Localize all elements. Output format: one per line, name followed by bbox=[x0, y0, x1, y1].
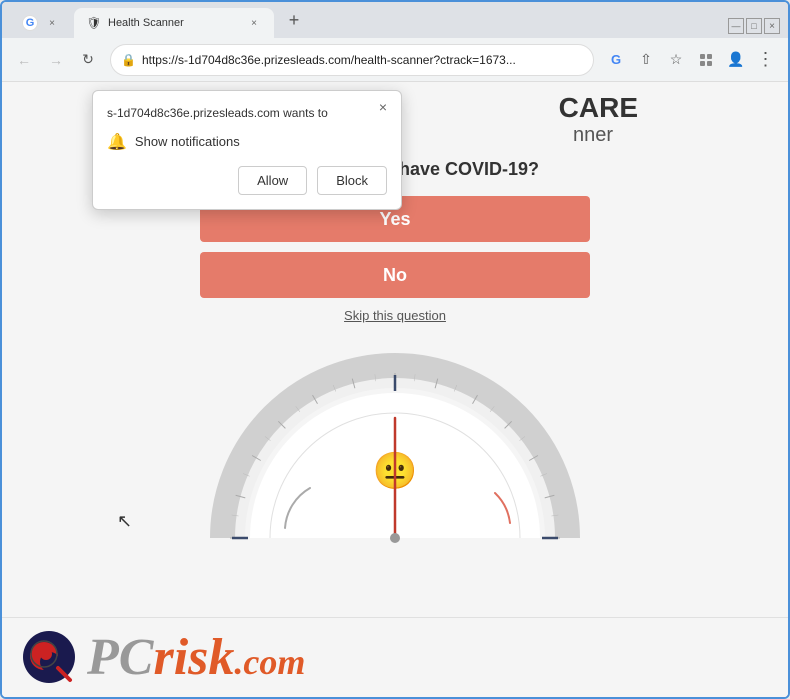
tab-google[interactable]: G × bbox=[10, 8, 72, 38]
logo-pc: PC bbox=[87, 628, 153, 687]
maximize-button[interactable]: □ bbox=[746, 18, 762, 34]
bell-icon: 🔔 bbox=[107, 132, 127, 152]
g-logo-icon: G bbox=[22, 15, 38, 31]
back-button[interactable]: ← bbox=[10, 46, 38, 74]
mouse-cursor: ↖ bbox=[117, 511, 132, 532]
logo-dotcom: .com bbox=[234, 641, 305, 683]
gauge-svg: 😐 bbox=[185, 343, 605, 543]
minimize-button[interactable]: — bbox=[728, 18, 744, 34]
profile-button[interactable]: 👤 bbox=[722, 46, 750, 74]
pcrisk-logo-icon bbox=[22, 630, 77, 685]
tab-site-title: Health Scanner bbox=[108, 17, 240, 29]
page-header-care: CARE bbox=[559, 92, 638, 123]
allow-button[interactable]: Allow bbox=[238, 166, 307, 195]
google-search-button[interactable]: G bbox=[602, 46, 630, 74]
footer-bar: PC risk .com bbox=[2, 617, 788, 697]
toolbar: ← → ↻ 🔒 https://s-1d704d8c36e.prizeslead… bbox=[2, 38, 788, 82]
page-subheader: nner bbox=[573, 124, 613, 146]
address-bar[interactable]: 🔒 https://s-1d704d8c36e.prizesleads.com/… bbox=[110, 44, 594, 76]
refresh-button[interactable]: ↻ bbox=[74, 46, 102, 74]
tab-site-close[interactable]: × bbox=[246, 15, 262, 31]
block-button[interactable]: Block bbox=[317, 166, 387, 195]
popup-notification-row: 🔔 Show notifications bbox=[107, 132, 387, 152]
share-button[interactable]: ⇧ bbox=[632, 46, 660, 74]
menu-button[interactable]: ⋮ bbox=[752, 46, 780, 74]
gauge-container: 😐 bbox=[185, 343, 605, 543]
tab-google-close[interactable]: × bbox=[44, 15, 60, 31]
no-button[interactable]: No bbox=[200, 252, 590, 298]
notification-popup: × s-1d704d8c36e.prizesleads.com wants to… bbox=[92, 90, 402, 210]
url-text: https://s-1d704d8c36e.prizesleads.com/he… bbox=[142, 53, 583, 67]
google-favicon: G bbox=[22, 15, 38, 31]
logo-risk: risk bbox=[153, 628, 234, 687]
popup-buttons: Allow Block bbox=[107, 166, 387, 195]
extensions-button[interactable] bbox=[692, 46, 720, 74]
page-content: × s-1d704d8c36e.prizesleads.com wants to… bbox=[2, 82, 788, 697]
new-tab-button[interactable]: + bbox=[280, 6, 308, 34]
browser-window: G × 🛡 Health Scanner × + — □ × ← → ↻ 🔒 h… bbox=[0, 0, 790, 699]
tab-site[interactable]: 🛡 Health Scanner × bbox=[74, 8, 274, 38]
popup-notification-label: Show notifications bbox=[135, 134, 240, 149]
popup-title: s-1d704d8c36e.prizesleads.com wants to bbox=[107, 105, 387, 122]
site-favicon: 🛡 bbox=[86, 15, 102, 31]
tab-bar: G × 🛡 Health Scanner × + — □ × bbox=[2, 2, 788, 38]
bookmark-button[interactable]: ☆ bbox=[662, 46, 690, 74]
pcrisk-logo-text: PC risk .com bbox=[87, 628, 305, 687]
close-button[interactable]: × bbox=[764, 18, 780, 34]
toolbar-right: G ⇧ ☆ 👤 ⋮ bbox=[602, 46, 780, 74]
popup-close-button[interactable]: × bbox=[373, 97, 393, 117]
skip-link[interactable]: Skip this question bbox=[344, 308, 446, 323]
forward-button[interactable]: → bbox=[42, 46, 70, 74]
lock-icon: 🔒 bbox=[121, 53, 136, 67]
